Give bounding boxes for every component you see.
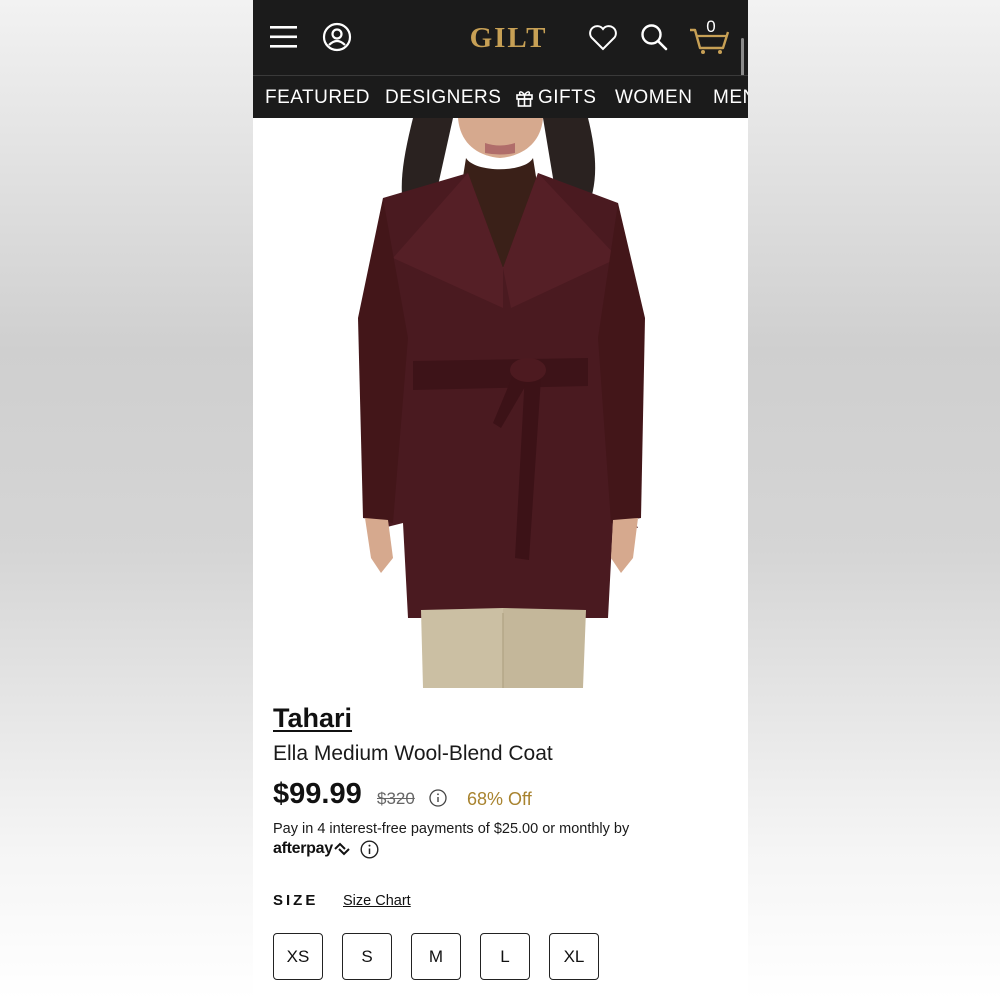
nav-item-gifts-label: GIFTS: [538, 87, 597, 108]
phone-screen: GILT 0 FEATURED DESIGNERS GIFTS WOMEN ME…: [253, 0, 748, 1000]
heart-icon[interactable]: [587, 22, 619, 52]
afterpay-arrows-icon: [334, 842, 350, 856]
nav-item-men[interactable]: MEN: [713, 76, 748, 118]
nav-item-women[interactable]: WOMEN: [615, 76, 692, 118]
account-icon[interactable]: [321, 21, 353, 53]
original-price: $320: [377, 789, 415, 808]
info-icon[interactable]: [429, 789, 447, 807]
cart-icon[interactable]: 0: [688, 16, 732, 56]
afterpay-logo-text: afterpay: [273, 840, 333, 857]
price-row: $99.99 $320 68% Off: [273, 778, 733, 814]
size-option-s[interactable]: S: [342, 933, 392, 980]
discount-badge: 68% Off: [467, 789, 532, 809]
size-option-l[interactable]: L: [480, 933, 530, 980]
sale-price: $99.99: [273, 778, 362, 810]
size-selector: XS S M L XL: [273, 933, 733, 981]
size-option-m[interactable]: M: [411, 933, 461, 980]
gift-icon: [516, 90, 533, 107]
gilt-logo[interactable]: GILT: [456, 20, 561, 56]
size-chart-link[interactable]: Size Chart: [343, 893, 411, 909]
afterpay-logo: afterpay: [273, 840, 351, 858]
afterpay-message: Pay in 4 interest-free payments of $25.0…: [273, 821, 630, 837]
background-right: [748, 0, 1000, 1000]
category-nav: FEATURED DESIGNERS GIFTS WOMEN MEN: [253, 75, 748, 118]
product-title: Ella Medium Wool-Blend Coat: [273, 742, 553, 765]
brand-link[interactable]: Tahari: [273, 703, 352, 734]
nav-item-gifts[interactable]: GIFTS: [516, 76, 596, 118]
header: GILT 0: [253, 0, 748, 118]
nav-item-designers[interactable]: DESIGNERS: [385, 76, 501, 118]
cart-count: 0: [706, 17, 716, 36]
afterpay-info-icon[interactable]: [360, 840, 379, 859]
menu-icon[interactable]: [269, 20, 299, 54]
product-image[interactable]: [253, 118, 748, 688]
size-label: SIZE: [273, 892, 319, 909]
background-left: [0, 0, 253, 1000]
size-option-xs[interactable]: XS: [273, 933, 323, 980]
size-option-xl[interactable]: XL: [549, 933, 599, 980]
nav-item-featured[interactable]: FEATURED: [265, 76, 370, 118]
search-icon[interactable]: [638, 21, 670, 53]
